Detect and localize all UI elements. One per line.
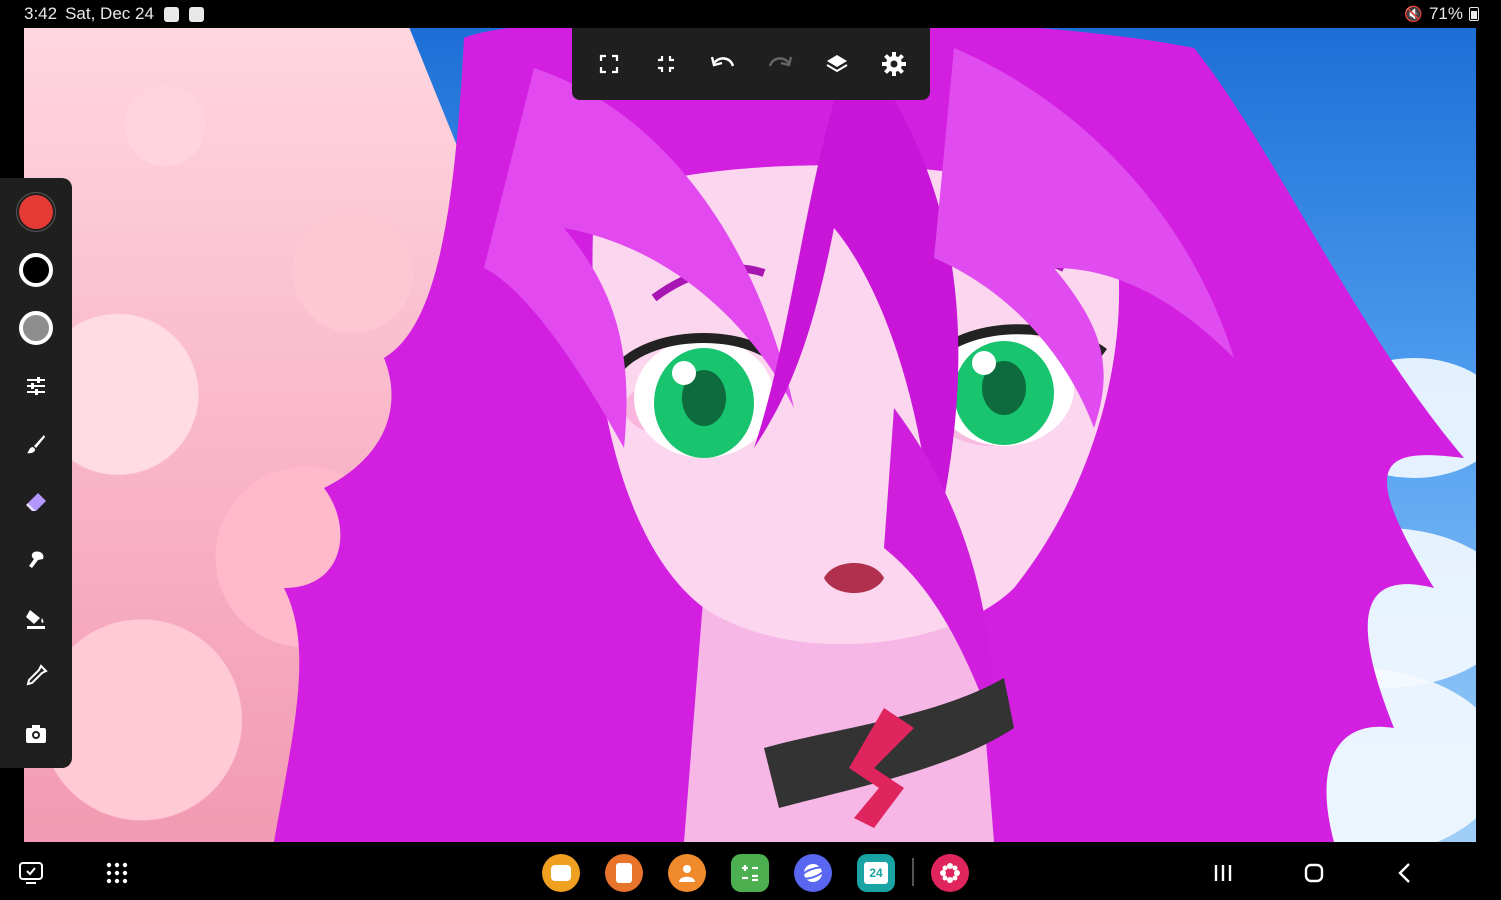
redo-icon[interactable] <box>762 46 798 82</box>
status-bar: 3:42 Sat, Dec 24 🔇 71% <box>0 0 1501 28</box>
taskbar-separator <box>912 858 914 886</box>
fill-bucket-icon[interactable] <box>16 598 56 638</box>
undo-icon[interactable] <box>705 46 741 82</box>
camera-icon[interactable] <box>16 714 56 754</box>
settings-icon[interactable] <box>876 46 912 82</box>
eraser-icon[interactable] <box>16 482 56 522</box>
bixby-app-icon[interactable] <box>931 854 969 892</box>
drawing-canvas[interactable] <box>24 28 1476 842</box>
back-icon[interactable] <box>1390 858 1420 888</box>
fit-screen-icon[interactable] <box>648 46 684 82</box>
status-time: 3:42 <box>24 4 58 23</box>
messages-app-icon[interactable] <box>542 854 580 892</box>
brush-icon[interactable] <box>16 424 56 464</box>
anime-girl-artwork <box>274 28 1464 842</box>
calendar-app-icon[interactable]: 24 <box>857 854 895 892</box>
fullscreen-icon[interactable] <box>591 46 627 82</box>
left-tool-panel <box>0 178 72 768</box>
layers-icon[interactable] <box>819 46 855 82</box>
primary-color-swatch[interactable] <box>16 192 56 232</box>
tertiary-color-swatch[interactable] <box>16 308 56 348</box>
gallery-notification-icon <box>163 6 179 22</box>
browser-app-icon[interactable] <box>794 854 832 892</box>
top-toolbar <box>572 28 930 100</box>
battery-percent: 71% <box>1428 4 1463 23</box>
calculator-app-icon[interactable] <box>731 854 769 892</box>
mute-icon: 🔇 <box>1404 6 1423 23</box>
recent-apps-icon[interactable] <box>1208 858 1238 888</box>
app-notification-icon <box>188 6 204 22</box>
battery-icon <box>1469 7 1479 21</box>
screen-capture-icon[interactable] <box>16 858 46 888</box>
app-drawer-icon[interactable] <box>102 858 132 888</box>
adjustments-icon[interactable] <box>16 366 56 406</box>
home-icon[interactable] <box>1299 858 1329 888</box>
eyedropper-icon[interactable] <box>16 656 56 696</box>
smudge-icon[interactable] <box>16 540 56 580</box>
notes-app-icon[interactable] <box>605 854 643 892</box>
status-date: Sat, Dec 24 <box>65 4 154 23</box>
secondary-color-swatch[interactable] <box>16 250 56 290</box>
contacts-app-icon[interactable] <box>668 854 706 892</box>
calendar-date: 24 <box>864 862 888 884</box>
